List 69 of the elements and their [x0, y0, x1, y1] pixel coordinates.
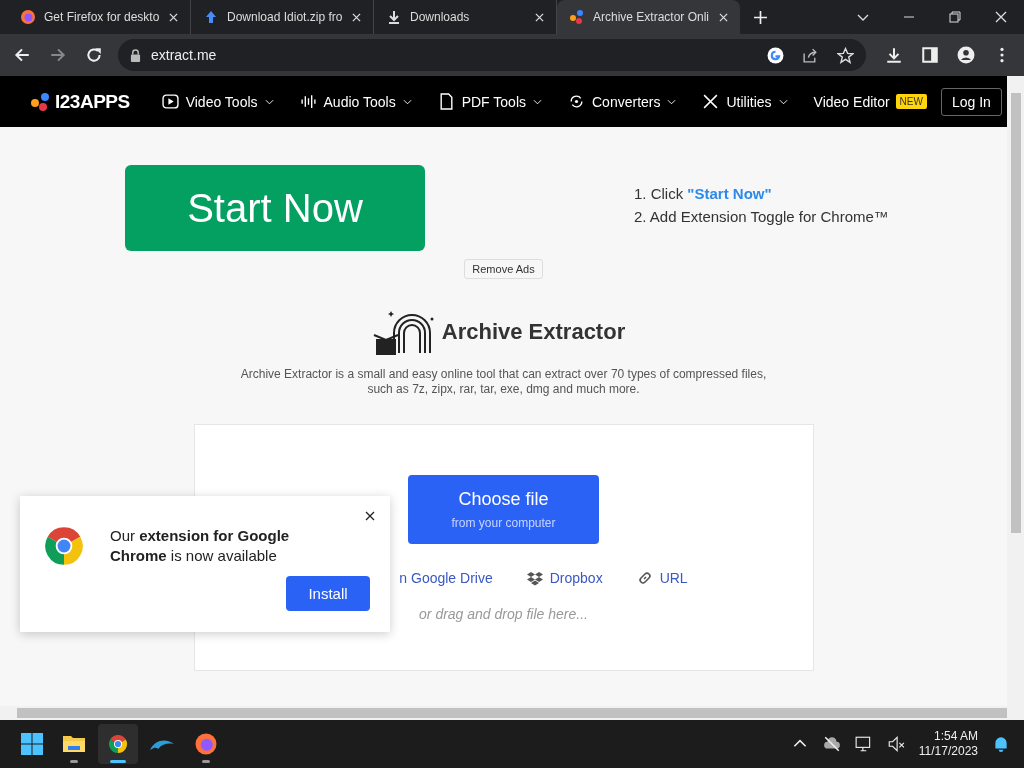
- close-tab-icon[interactable]: [169, 12, 178, 22]
- close-tab-icon[interactable]: [352, 12, 361, 22]
- close-tab-icon[interactable]: [719, 12, 728, 22]
- download-icon: [386, 9, 402, 25]
- vertical-scrollbar[interactable]: [1007, 76, 1024, 706]
- waveform-icon: [299, 93, 317, 110]
- chrome-logo-icon: [106, 732, 130, 756]
- clock-time[interactable]: 1:54 AM: [933, 729, 978, 744]
- nav-menu[interactable]: Audio Tools: [299, 93, 412, 110]
- source-link[interactable]: n Google Drive: [399, 570, 493, 586]
- nav-menu[interactable]: Video Tools: [161, 93, 274, 110]
- close-icon[interactable]: [993, 9, 1009, 25]
- caret-icon: [402, 98, 412, 105]
- step-text: 1. Click: [634, 185, 685, 202]
- side-panel-icon[interactable]: [921, 46, 939, 64]
- dots-logo-icon: [569, 9, 585, 25]
- star-icon[interactable]: [837, 46, 854, 64]
- google-icon[interactable]: [767, 46, 784, 64]
- share-icon[interactable]: [802, 46, 819, 64]
- caret-icon: [533, 98, 542, 105]
- tool-title: Archive Extractor: [441, 319, 626, 345]
- taskbar-app[interactable]: [98, 724, 138, 764]
- source-link[interactable]: Dropbox: [549, 570, 603, 586]
- reload-icon[interactable]: [85, 46, 103, 64]
- new-badge: NEW: [895, 94, 927, 109]
- cloud-off-icon[interactable]: [822, 735, 841, 753]
- browser-tab[interactable]: Archive Extractor Onli: [557, 0, 740, 34]
- step-text: 2. Add Extension Toggle for Chrome™: [634, 208, 889, 225]
- drop-hint: or drag and drop file here...: [419, 606, 588, 622]
- address-bar[interactable]: extract.me: [118, 39, 866, 71]
- horizontal-scrollbar[interactable]: [0, 706, 1024, 720]
- nav-menu[interactable]: PDF Tools: [437, 93, 542, 110]
- caret-icon: [667, 98, 677, 105]
- tool-description: Archive Extractor is a small and easy online tool that can extract over 70 types of compressed files, such as 7z, zipx, rar, tar, exe, dmg and much more.: [239, 367, 768, 397]
- refresh-icon: [568, 93, 585, 110]
- close-icon[interactable]: [365, 511, 375, 521]
- firefox-icon: [194, 732, 218, 756]
- bell-icon[interactable]: [992, 735, 1010, 753]
- dots-logo-icon[interactable]: [30, 91, 50, 112]
- close-tab-icon[interactable]: [535, 12, 544, 22]
- site-logo[interactable]: I23APPS: [55, 90, 130, 113]
- firefox-icon: [20, 9, 36, 25]
- windows-start-icon[interactable]: [20, 732, 44, 756]
- new-tab-icon[interactable]: [754, 10, 767, 24]
- network-icon[interactable]: [854, 735, 873, 753]
- restore-icon[interactable]: [947, 9, 963, 25]
- login-button[interactable]: Log In: [940, 87, 1002, 116]
- caret-icon: [264, 98, 274, 105]
- profile-icon[interactable]: [957, 46, 975, 64]
- source-link[interactable]: URL: [659, 570, 688, 586]
- play-icon: [161, 93, 179, 110]
- link-icon[interactable]: [636, 570, 653, 586]
- up-arrow-icon: [203, 9, 219, 25]
- lock-icon: [130, 48, 141, 62]
- video-editor-link[interactable]: Video Editor: [813, 93, 890, 110]
- dropbox-icon[interactable]: [526, 570, 543, 586]
- install-button[interactable]: Install: [286, 576, 370, 611]
- forward-icon[interactable]: [49, 46, 67, 64]
- remove-ads-button[interactable]: Remove Ads: [464, 259, 543, 279]
- nav-menu[interactable]: Utilities: [702, 93, 788, 110]
- download-icon[interactable]: [885, 46, 903, 64]
- nav-menu[interactable]: Converters: [568, 93, 677, 110]
- choose-file-button[interactable]: Choose file from your computer: [408, 475, 599, 544]
- back-icon[interactable]: [13, 46, 31, 64]
- clock-date[interactable]: 11/17/2023: [918, 744, 978, 759]
- speaker-muted-icon[interactable]: [886, 735, 905, 753]
- document-icon: [437, 93, 455, 110]
- caret-icon: [778, 98, 788, 105]
- popup-message: Our extension for Google Chrome is now available: [110, 526, 291, 566]
